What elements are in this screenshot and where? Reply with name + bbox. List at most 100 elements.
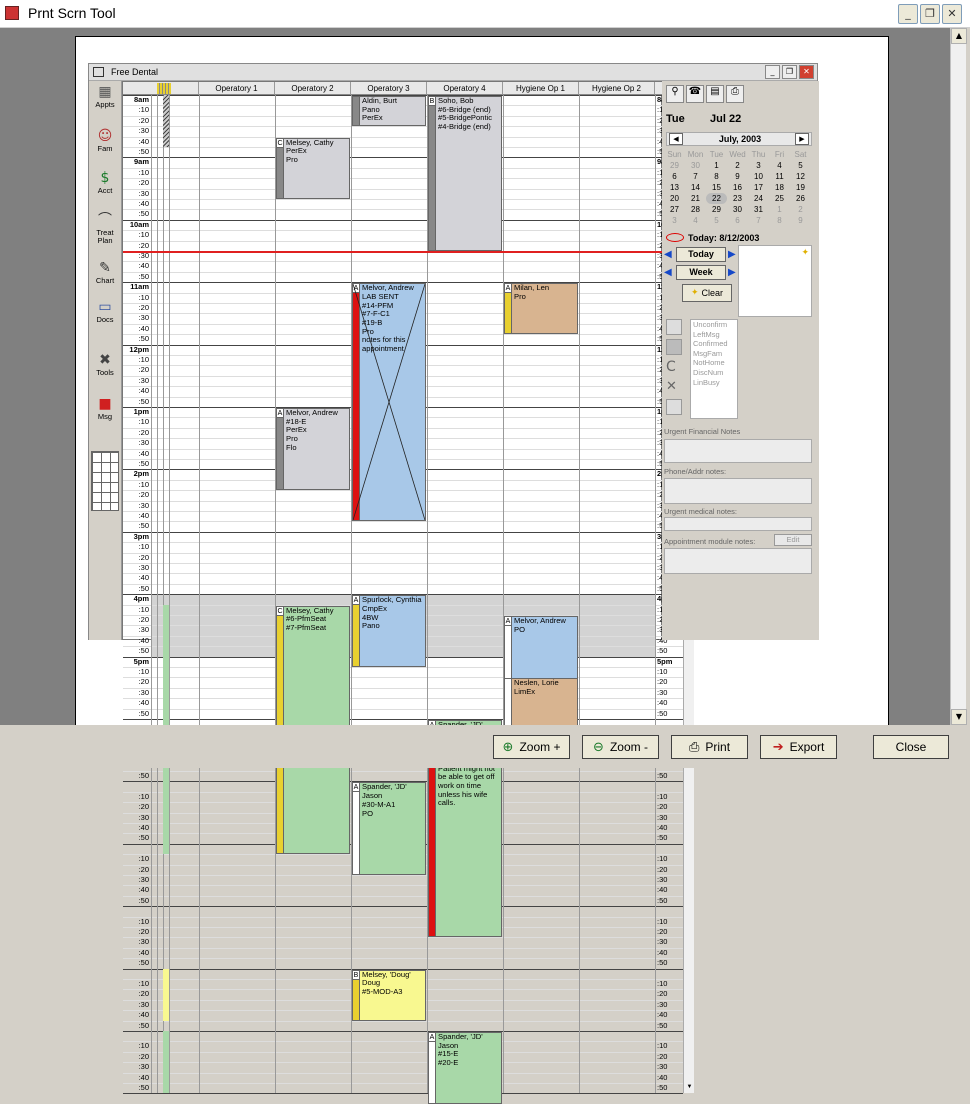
calendar-day[interactable]: 28: [685, 204, 706, 215]
next-month-icon[interactable]: ▶: [795, 133, 809, 145]
calendar-day[interactable]: 18: [769, 182, 790, 193]
next-day-icon[interactable]: ▶: [728, 249, 736, 260]
calendar-day[interactable]: 9: [727, 171, 748, 182]
status-item[interactable]: LinBusy: [693, 378, 737, 388]
calendar-day[interactable]: 25: [769, 193, 790, 204]
calendar-day[interactable]: 1: [706, 160, 727, 171]
calendar-day[interactable]: 26: [790, 193, 811, 204]
other-tool-icon[interactable]: [666, 399, 682, 415]
appointment-block[interactable]: B Soho, Bob #6-Bridge (end) #5-BridgePontic…: [428, 96, 502, 251]
dental-maximize-button[interactable]: ❐: [782, 65, 797, 79]
appointment-block[interactable]: A Spander, 'JD' Jason #30-M-A1 PO: [352, 782, 426, 875]
calendar-day[interactable]: 16: [727, 182, 748, 193]
complete-tool-icon[interactable]: C: [666, 359, 682, 375]
zoom-in-button[interactable]: ⊕ Zoom +: [493, 735, 570, 759]
toolbar-acct-button[interactable]: $ Acct: [91, 169, 119, 209]
edit-notes-button[interactable]: Edit: [774, 534, 812, 546]
unconfirm-tool-icon[interactable]: [666, 319, 682, 335]
calendar-day[interactable]: 29: [706, 204, 727, 215]
calendar-day[interactable]: 4: [769, 160, 790, 171]
minimize-button[interactable]: _: [898, 4, 918, 24]
appointment-block[interactable]: C Melsey, Cathy PerEx Pro: [276, 137, 350, 199]
calendar-day[interactable]: 7: [748, 215, 769, 226]
today-button[interactable]: Today: [676, 247, 726, 262]
toolbar-fam-button[interactable]: ☺ Fam: [91, 127, 119, 167]
calendar-day[interactable]: 15: [706, 182, 727, 193]
status-item[interactable]: LeftMsg: [693, 330, 737, 340]
calendar-day[interactable]: 31: [748, 204, 769, 215]
calendar-day[interactable]: 6: [664, 171, 685, 182]
calendar-day[interactable]: 24: [748, 193, 769, 204]
calendar-day[interactable]: 27: [664, 204, 685, 215]
week-button[interactable]: Week: [676, 265, 726, 280]
medical-notes-box[interactable]: [664, 517, 812, 531]
calendar-day[interactable]: 20: [664, 193, 685, 204]
close-window-button[interactable]: ✕: [942, 4, 962, 24]
appointment-block[interactable]: A Melvor, Andrew PO: [504, 616, 578, 688]
pin-icon[interactable]: ⚲: [666, 85, 684, 103]
status-item[interactable]: Confirmed: [693, 339, 737, 349]
calendar-day[interactable]: 23: [727, 193, 748, 204]
toolbar-msg-button[interactable]: ■ Msg: [91, 395, 119, 435]
status-item[interactable]: MsgFam: [693, 349, 737, 359]
calendar-day[interactable]: 3: [748, 160, 769, 171]
pinboard[interactable]: ✦: [738, 245, 812, 317]
calendar-day[interactable]: 30: [685, 160, 706, 171]
appointment-block[interactable]: Neslen, Lorie LimEx: [504, 678, 578, 730]
calendar-day[interactable]: 14: [685, 182, 706, 193]
phone-icon[interactable]: ☎: [686, 85, 704, 103]
schedule-scroll-down-icon[interactable]: ▼: [685, 1083, 694, 1092]
status-list[interactable]: Unconfirm LeftMsg Confirmed MsgFam NotHome Di…: [690, 319, 738, 419]
print-button[interactable]: ⎙ Print: [671, 735, 748, 759]
next-week-icon[interactable]: ▶: [728, 267, 736, 278]
calendar-day[interactable]: 2: [790, 204, 811, 215]
calendar-day[interactable]: 5: [790, 160, 811, 171]
prev-day-icon[interactable]: ◀: [664, 249, 672, 260]
scroll-down-icon[interactable]: ▼: [951, 709, 967, 725]
prev-week-icon[interactable]: ◀: [664, 267, 672, 278]
scroll-up-icon[interactable]: ▲: [951, 28, 967, 44]
calendar-day[interactable]: 29: [664, 160, 685, 171]
maximize-button[interactable]: ❐: [920, 4, 940, 24]
appointment-block[interactable]: A Melvor, Andrew LAB SENT #14-PFM #7-F-C1 #19…: [352, 283, 426, 522]
calendar-day[interactable]: 10: [748, 171, 769, 182]
toolbar-treat-plan-button[interactable]: ⌒ Treat Plan: [91, 211, 119, 251]
toolbar-docs-button[interactable]: ▭ Docs: [91, 298, 119, 338]
calendar-day[interactable]: 19: [790, 182, 811, 193]
chart-icon[interactable]: ▤: [706, 85, 724, 103]
calendar-day[interactable]: 17: [748, 182, 769, 193]
appointment-block[interactable]: A Milan, Len Pro: [504, 283, 578, 335]
calendar-day[interactable]: 21: [685, 193, 706, 204]
today-label[interactable]: Today: 8/12/2003: [688, 233, 759, 243]
financial-notes-box[interactable]: [664, 439, 812, 463]
status-item[interactable]: DiscNum: [693, 368, 737, 378]
calendar-day[interactable]: 12: [790, 171, 811, 182]
toolbar-tools-button[interactable]: ✖ Tools: [91, 351, 119, 391]
calendar-day[interactable]: 5: [706, 215, 727, 226]
dental-close-button[interactable]: ✕: [799, 65, 814, 79]
toolbar-chart-button[interactable]: ✎ Chart: [91, 259, 119, 299]
calendar-day[interactable]: 1: [769, 204, 790, 215]
close-button[interactable]: Close: [873, 735, 949, 759]
appt-notes-box[interactable]: [664, 548, 812, 574]
clear-button[interactable]: ✦ Clear: [682, 284, 732, 302]
status-item[interactable]: NotHome: [693, 358, 737, 368]
calendar-day[interactable]: 30: [727, 204, 748, 215]
delete-tool-icon[interactable]: ✕: [666, 379, 682, 395]
calendar-day[interactable]: 22: [706, 193, 727, 204]
calendar-day[interactable]: 11: [769, 171, 790, 182]
calendar-day[interactable]: 7: [685, 171, 706, 182]
calendar-day[interactable]: 4: [685, 215, 706, 226]
calendar-day[interactable]: 13: [664, 182, 685, 193]
phone-notes-box[interactable]: [664, 478, 812, 504]
calendar-day[interactable]: 6: [727, 215, 748, 226]
appointment-block[interactable]: Aldin, Burt Pano PerEx: [352, 96, 426, 127]
export-button[interactable]: ➔ Export: [760, 735, 837, 759]
break-tool-icon[interactable]: [666, 339, 682, 355]
status-item[interactable]: Unconfirm: [693, 320, 737, 330]
calendar-day[interactable]: 9: [790, 215, 811, 226]
calendar-day[interactable]: 8: [769, 215, 790, 226]
calendar-day[interactable]: 2: [727, 160, 748, 171]
appointment-block[interactable]: A Spander, 'JD' Jason #15-E #20-E: [428, 1032, 502, 1104]
printer-icon[interactable]: ⎙: [726, 85, 744, 103]
